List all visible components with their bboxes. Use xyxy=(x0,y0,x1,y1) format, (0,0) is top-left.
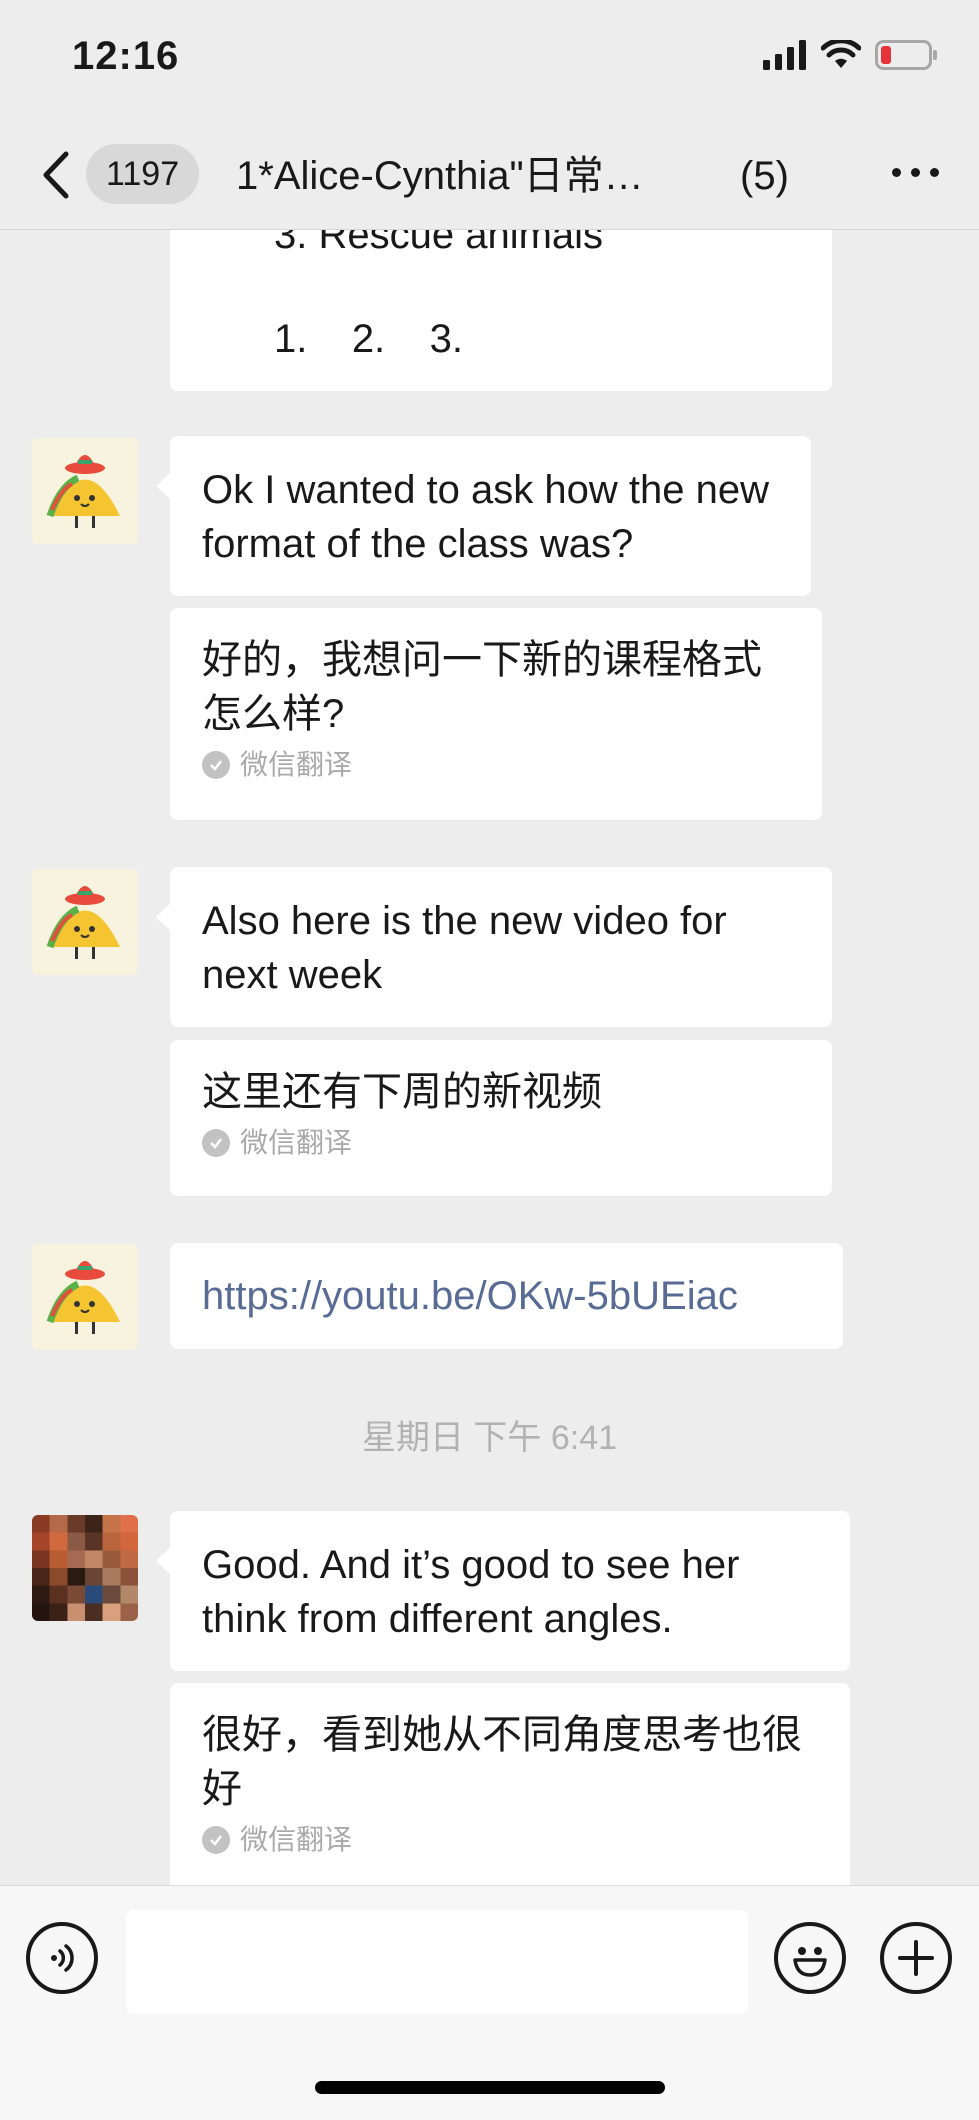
signal-icon xyxy=(763,40,806,70)
translation-label-text: 微信翻译 xyxy=(240,749,353,780)
message-list[interactable]: 3. Rescue animals 1. 2. 3. Ok I wanted t… xyxy=(0,230,979,1885)
home-indicator[interactable] xyxy=(315,2081,665,2094)
translation-label-text: 微信翻译 xyxy=(240,1824,353,1855)
avatar[interactable] xyxy=(32,869,138,975)
add-icon xyxy=(898,1940,934,1976)
translation-label-text: 微信翻译 xyxy=(240,1127,353,1158)
message-text: Also here is the new video for next week xyxy=(202,899,727,997)
voice-icon xyxy=(51,1944,74,1972)
chat-nav-bar: 1197 1*Alice-Cynthia"日常… (5) xyxy=(0,120,979,230)
message-timestamp: 星期日 下午 6:41 xyxy=(361,1419,618,1457)
avatar[interactable] xyxy=(32,438,138,544)
pixelated-avatar-icon xyxy=(32,1515,138,1621)
battery-icon xyxy=(875,40,937,70)
message-bubble-list[interactable]: 3. Rescue animals 1. 2. 3. xyxy=(170,230,832,391)
translation-text: 很好，看到她从不同角度思考也很好 xyxy=(202,1713,802,1811)
check-icon xyxy=(202,751,230,779)
translation-label: 微信翻译 xyxy=(202,1123,800,1163)
translation-bubble[interactable]: 这里还有下周的新视频 微信翻译 xyxy=(170,1040,832,1196)
link-message-bubble[interactable]: https://youtu.be/OKw-5bUEiac xyxy=(170,1243,843,1349)
check-icon xyxy=(202,1129,230,1157)
avatar[interactable] xyxy=(32,1244,138,1350)
voice-button[interactable] xyxy=(26,1922,98,1994)
message-bubble[interactable]: Good. And it’s good to see her think fro… xyxy=(156,1511,850,1671)
message-bubble[interactable]: Ok I wanted to ask how the new format of… xyxy=(156,436,811,596)
translation-text: 这里还有下周的新视频 xyxy=(202,1070,602,1114)
unread-count-badge[interactable]: 1197 xyxy=(86,144,200,204)
message-link[interactable]: https://youtu.be/OKw-5bUEiac xyxy=(202,1274,738,1318)
list-partial-item: 3. Rescue animals xyxy=(274,230,604,257)
wifi-icon xyxy=(821,40,861,68)
message-text: Good. And it’s good to see her think fro… xyxy=(202,1543,740,1641)
back-chevron-icon[interactable] xyxy=(38,150,78,200)
emoji-button[interactable] xyxy=(774,1922,846,1994)
message-bubble[interactable]: Also here is the new video for next week xyxy=(156,867,832,1027)
more-icon[interactable] xyxy=(892,168,939,177)
status-bar: 12:16 xyxy=(0,0,979,120)
taco-avatar-icon xyxy=(32,438,138,544)
message-text: Ok I wanted to ask how the new format of… xyxy=(202,468,769,566)
emoji-icon xyxy=(793,1947,827,1977)
translation-text: 好的，我想问一下新的课程格式怎么样? xyxy=(202,638,762,736)
add-button[interactable] xyxy=(880,1922,952,1994)
list-numbers: 1. 2. 3. xyxy=(274,317,463,361)
check-icon xyxy=(202,1826,230,1854)
translation-bubble[interactable]: 很好，看到她从不同角度思考也很好 微信翻译 xyxy=(170,1683,850,1885)
taco-avatar-icon xyxy=(32,1244,138,1350)
taco-avatar-icon xyxy=(32,869,138,975)
translation-label: 微信翻译 xyxy=(202,1820,818,1860)
member-count: (5) xyxy=(740,154,789,198)
translation-bubble[interactable]: 好的，我想问一下新的课程格式怎么样? 微信翻译 xyxy=(170,608,822,820)
status-icons xyxy=(763,40,939,70)
message-input[interactable] xyxy=(126,1910,748,2014)
status-time: 12:16 xyxy=(72,34,180,78)
chat-title: 1*Alice-Cynthia"日常… xyxy=(236,154,644,198)
avatar[interactable] xyxy=(32,1515,138,1621)
translation-label: 微信翻译 xyxy=(202,745,790,785)
